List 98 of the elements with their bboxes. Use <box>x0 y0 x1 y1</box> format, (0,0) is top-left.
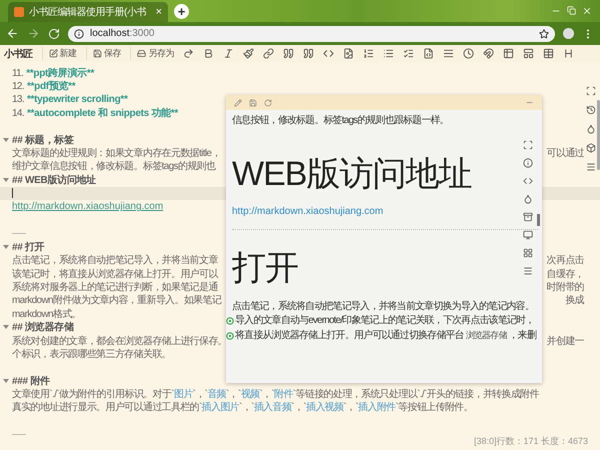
ordered-list-icon[interactable] <box>363 48 374 59</box>
fold-arrow-icon[interactable] <box>3 324 9 330</box>
tab-close-button[interactable]: × <box>156 6 162 18</box>
text-line: 系统对创建的文章，都会在浏览器存储上进行保存。 <box>12 334 228 348</box>
text-cursor <box>12 188 13 198</box>
italic-icon[interactable] <box>223 48 234 59</box>
info-icon[interactable] <box>523 158 533 168</box>
list-item: 13. **typewriter scrolling** <box>12 94 128 105</box>
code-file-icon[interactable] <box>423 48 434 59</box>
text-line: 文章使用`./`做为附件的引用标识。对于`图片`，`音频`，`视频`，`附件`等链接的处理，系统只处理以`./`开头的链接，并转换成附件 <box>12 388 539 402</box>
text-line: 点击笔记，系统将自动把笔记导入，并将当前文章 <box>12 254 218 268</box>
back-arrow-icon[interactable] <box>6 27 19 40</box>
fold-arrow-icon[interactable] <box>3 176 9 183</box>
drive-icon[interactable] <box>137 49 146 58</box>
checklist-icon[interactable] <box>403 48 414 59</box>
archive-icon[interactable] <box>523 212 533 222</box>
scrollbar-thumb[interactable] <box>597 100 600 170</box>
preview-paragraph: 导入的文章自动与evernote/印象笔记上的笔记关联，下次再点击该笔记时， <box>235 314 534 328</box>
text-line: 并创建一 <box>546 334 584 348</box>
quote-icon[interactable] <box>303 48 314 59</box>
monitor-icon[interactable] <box>523 230 533 240</box>
preview-paragraph: 信息按钮，修改标题。标签tags的规则也跟标题一样。 <box>232 114 450 128</box>
list-item: 14. **autocomplete 和 snippets 功能** <box>12 106 178 120</box>
app-logo: 小书匠 <box>4 48 32 60</box>
code-icon[interactable] <box>323 48 334 59</box>
comment-marker-icon[interactable] <box>226 332 234 340</box>
text-line: 真实的地址进行显示。用户可以通过工具栏的`插入图片`，`插入音频`，`插入视频`，`插入附件`等按钮上传附件。 <box>12 400 473 414</box>
preview-paragraph: 点击笔记，系统将自动把笔记导入，并将当前文章切换为导入的笔记内容。 <box>232 300 535 314</box>
link-icon[interactable] <box>263 48 274 59</box>
table-icon[interactable] <box>543 48 554 59</box>
toolbar-button[interactable]: 另存为 <box>130 47 174 60</box>
scrollbar-thumb[interactable] <box>537 214 540 226</box>
text-line: 个标识，表示跟哪些第三方存储关联。 <box>12 348 171 361</box>
bullet-list-icon[interactable] <box>383 48 394 59</box>
close-icon[interactable] <box>582 6 592 16</box>
bold-icon[interactable] <box>203 48 214 59</box>
brush-icon[interactable] <box>243 48 254 59</box>
drop-icon[interactable] <box>523 194 533 204</box>
drop-icon[interactable] <box>586 124 596 134</box>
address-field[interactable]: localhost:3000 <box>68 26 555 42</box>
code-icon[interactable] <box>523 176 533 186</box>
text-line: 维护文章信息按钮，修改标题。标签tags的规则也 <box>12 160 216 174</box>
new-tab-button[interactable]: + <box>174 4 189 18</box>
cube-icon[interactable] <box>586 143 596 153</box>
edit-icon[interactable] <box>48 49 58 58</box>
bookmark-star-icon[interactable] <box>539 28 549 38</box>
fold-arrow-icon[interactable] <box>3 244 9 250</box>
refresh-icon[interactable] <box>264 98 272 106</box>
text-line: markdown附件做为文章内容，重新导入。如果笔记 <box>12 294 222 308</box>
preview-paragraph: 将直接从浏览器存储上打开。用户可以通过切换存储平台 浏览器存储 ，来删 <box>235 328 536 343</box>
image-file-icon[interactable] <box>343 48 354 59</box>
quote-icon[interactable] <box>283 48 294 59</box>
browser-tab[interactable]: 小书匠编辑器使用手册(小书 × <box>8 2 168 22</box>
text-line: 时附带的 <box>546 280 584 294</box>
table-icon[interactable] <box>503 48 514 59</box>
fullscreen-icon[interactable] <box>586 86 596 96</box>
text-line: 换成 <box>565 294 584 308</box>
text-line: 自缓存， <box>546 268 584 281</box>
status-text: [38:0]行数：171 长度：4673 <box>474 435 588 448</box>
list-item: 11. **ppt跨屏演示** <box>12 66 94 80</box>
menu-icon[interactable] <box>586 162 596 172</box>
toolbar-button[interactable]: 新建 <box>42 47 77 60</box>
info-icon <box>74 28 84 38</box>
pencil-icon[interactable] <box>234 98 242 106</box>
toolbar-button[interactable]: 保存 <box>86 47 122 60</box>
heading-line: ## 浏览器存储 <box>12 320 74 334</box>
menu-icon[interactable] <box>523 266 533 276</box>
clock-icon[interactable] <box>463 48 474 59</box>
comment-marker-icon[interactable] <box>226 317 234 325</box>
text-line: markdown格式。 <box>12 308 81 321</box>
text-line: 该笔记时，将直接从浏览器存储上打开。用户可以 <box>12 268 218 281</box>
fullscreen-icon[interactable] <box>523 140 533 150</box>
save-icon[interactable] <box>92 49 102 58</box>
fold-arrow-icon[interactable] <box>3 136 9 143</box>
heading-line: ### 附件 <box>12 374 50 388</box>
site-favicon-icon <box>14 7 24 17</box>
heading-line: ## 打开 <box>12 240 44 254</box>
profile-avatar[interactable] <box>563 28 574 39</box>
heading-icon[interactable] <box>563 48 574 59</box>
grid-icon[interactable] <box>523 248 533 258</box>
save-icon[interactable] <box>249 98 257 106</box>
restore-icon[interactable] <box>567 6 576 15</box>
text-line: 系统将对服务器上的笔记进行判断，如果笔记是通 <box>12 280 218 294</box>
text-line: 文章标题的处理规则：如果文章内存在元数据title， <box>12 146 221 160</box>
list-item: 12. **pdf预览** <box>12 80 76 94</box>
magnet-icon[interactable] <box>483 48 494 59</box>
history-icon[interactable] <box>586 105 596 115</box>
heading-line: ## 标题，标签 <box>12 134 74 147</box>
text-line: 次再点击 <box>546 254 584 268</box>
layout-icon[interactable] <box>523 48 534 59</box>
fold-arrow-icon[interactable] <box>3 378 9 384</box>
reload-icon[interactable] <box>48 28 60 40</box>
heading-line: ## WEB版访问地址 <box>12 173 96 187</box>
redo-icon[interactable] <box>183 48 194 59</box>
preview-heading: 打开 <box>232 248 298 288</box>
preview-heading: WEB版访问地址 <box>232 154 472 194</box>
align-icon[interactable] <box>443 48 454 59</box>
text-line: 可以通过 <box>546 146 584 160</box>
